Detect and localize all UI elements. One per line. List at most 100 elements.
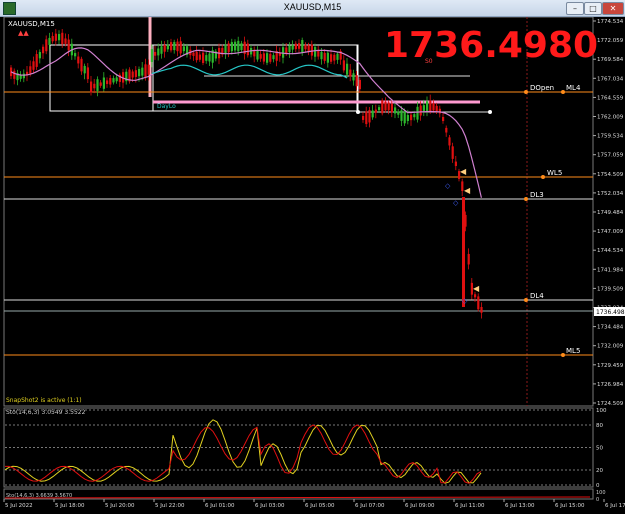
maximize-button[interactable]: □ bbox=[584, 2, 602, 15]
stochastic2-line bbox=[4, 496, 591, 499]
candle-body bbox=[397, 111, 400, 115]
price-label: 1769.584 bbox=[597, 57, 624, 63]
stochastic-scale-label: 20 bbox=[596, 468, 603, 474]
candle-body bbox=[227, 43, 230, 53]
price-label: 1747.009 bbox=[597, 229, 624, 235]
candle-body bbox=[35, 54, 38, 67]
candle-body bbox=[336, 53, 339, 60]
candle-body bbox=[419, 105, 422, 116]
candle-body bbox=[157, 48, 160, 56]
candle-body bbox=[438, 108, 441, 114]
candle-body bbox=[349, 69, 352, 77]
signal-diamond: ◇ bbox=[453, 199, 459, 207]
stochastic-scale-label: 100 bbox=[596, 408, 607, 414]
price-label: 1724.509 bbox=[597, 401, 624, 407]
price-label: 1732.009 bbox=[597, 344, 624, 350]
candle-body bbox=[429, 100, 432, 112]
dl4-label: DL4 bbox=[530, 292, 544, 300]
candle-body bbox=[266, 53, 269, 63]
candle-body bbox=[22, 73, 25, 79]
signal-arrow: ◀ bbox=[460, 167, 467, 176]
candle-body bbox=[262, 53, 265, 62]
candle-body bbox=[352, 73, 355, 81]
candle-body bbox=[150, 49, 153, 62]
candle-body bbox=[74, 53, 77, 57]
time-label: 6 Jul 07:00 bbox=[355, 503, 385, 509]
price-label: 1754.509 bbox=[597, 172, 624, 178]
candle-body bbox=[51, 36, 54, 42]
stochastic-scale-label: 0 bbox=[596, 483, 600, 489]
price-label: 1749.484 bbox=[597, 210, 624, 216]
candle-body bbox=[442, 116, 445, 122]
dl3-marker bbox=[524, 197, 528, 201]
candle-body bbox=[390, 103, 393, 113]
big-price-display: 1736.4980 bbox=[384, 25, 598, 66]
candle-body bbox=[381, 100, 384, 114]
time-label: 6 Jul 11:00 bbox=[455, 503, 485, 509]
candle-body bbox=[195, 51, 198, 61]
candles bbox=[10, 28, 483, 319]
price-label: 1762.009 bbox=[597, 115, 624, 121]
stochastic-levels bbox=[5, 409, 592, 486]
candle-body bbox=[67, 39, 70, 51]
candle-body bbox=[477, 296, 480, 310]
ml5-label: ML5 bbox=[566, 347, 580, 355]
price-label: 1752.034 bbox=[597, 191, 624, 197]
current-price-text: 1736.498 bbox=[596, 309, 625, 316]
dl4-marker bbox=[524, 298, 528, 302]
stochastic-scale-label: 50 bbox=[596, 446, 603, 452]
candle-body bbox=[131, 71, 134, 78]
signal-diamond: ◇ bbox=[445, 182, 451, 190]
minimize-button[interactable]: – bbox=[566, 2, 584, 15]
candle-body bbox=[310, 44, 313, 56]
candle-body bbox=[394, 107, 397, 114]
candle-body bbox=[362, 116, 365, 120]
price-chart[interactable]: 1774.534 1772.059 1769.584 1767.034 1764.559… bbox=[0, 17, 625, 514]
candle-body bbox=[112, 78, 115, 83]
time-axis: 5 Jul 2022 5 Jul 18:00 5 Jul 20:00 5 Jul 22… bbox=[3, 499, 625, 509]
candle-body bbox=[400, 110, 403, 121]
candle-body bbox=[61, 32, 64, 45]
candle-body bbox=[160, 46, 163, 54]
candle-body bbox=[330, 54, 333, 62]
candle-body bbox=[346, 63, 349, 75]
signal-arrow: ◀ bbox=[464, 186, 471, 195]
dopen-label: DOpen bbox=[530, 84, 554, 92]
candle-body bbox=[77, 56, 80, 64]
candle-body bbox=[298, 43, 301, 49]
main-chart-frame bbox=[3, 17, 594, 407]
candle-body bbox=[208, 53, 211, 62]
price-label: 1744.534 bbox=[597, 248, 624, 254]
candle-body bbox=[426, 101, 429, 112]
price-label: 1764.559 bbox=[597, 95, 624, 101]
chart-corner-marker: ▲▲ bbox=[18, 29, 29, 37]
ml4-marker bbox=[561, 90, 565, 94]
price-label: 1757.059 bbox=[597, 153, 624, 159]
candle-body bbox=[384, 101, 387, 111]
candle-body bbox=[445, 127, 448, 133]
candle-body bbox=[234, 41, 237, 51]
candle-body bbox=[134, 70, 137, 77]
signal-diamond: ◇ bbox=[462, 297, 468, 305]
candle-body bbox=[304, 44, 307, 50]
stochastic2-scale-bottom: 0 bbox=[596, 497, 599, 503]
range-low-marker-left bbox=[356, 110, 360, 114]
candle-body bbox=[406, 115, 409, 121]
close-button[interactable]: ✕ bbox=[602, 2, 624, 15]
candle-body bbox=[413, 114, 416, 118]
candle-body bbox=[83, 65, 86, 74]
signal-arrow: ◀ bbox=[473, 284, 480, 293]
stochastic2-scale-top: 100 bbox=[596, 490, 606, 496]
price-label: 1767.034 bbox=[597, 76, 624, 82]
candle-body bbox=[198, 54, 201, 60]
candle-body bbox=[45, 39, 48, 52]
candle-body bbox=[314, 47, 317, 57]
candle-body bbox=[106, 80, 109, 84]
candle-body bbox=[462, 197, 465, 307]
wl5-marker bbox=[541, 175, 545, 179]
daylo-label: DayLo bbox=[157, 103, 176, 110]
candle-body bbox=[355, 75, 358, 87]
candle-body bbox=[138, 68, 141, 77]
candle-body bbox=[272, 55, 275, 60]
time-label: 5 Jul 18:00 bbox=[55, 503, 85, 509]
